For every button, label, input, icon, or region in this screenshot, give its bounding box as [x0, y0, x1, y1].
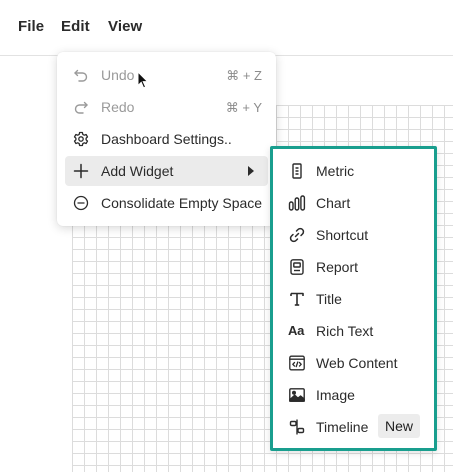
edit-dropdown-menu: Undo ⌘ + Z Redo ⌘ + Y Dashboard Settings…: [57, 52, 276, 226]
menu-item-undo[interactable]: Undo ⌘ + Z: [65, 60, 268, 90]
widget-item-timeline-label: Timeline: [316, 419, 369, 435]
widget-item-timeline[interactable]: Timeline New: [279, 412, 428, 442]
mouse-pointer-icon: [137, 71, 149, 89]
menu-file[interactable]: File: [18, 18, 44, 35]
widget-item-image[interactable]: Image: [279, 380, 428, 410]
new-badge: New: [378, 414, 421, 438]
undo-shortcut: ⌘ + Z: [226, 68, 262, 83]
image-icon: [289, 388, 305, 402]
widget-item-rich-text[interactable]: Aa Rich Text: [279, 316, 428, 346]
widget-item-report-label: Report: [316, 259, 359, 275]
link-icon: [289, 227, 305, 243]
widget-item-title-label: Title: [316, 291, 342, 307]
widget-item-chart[interactable]: Chart: [279, 188, 428, 218]
web-content-icon: [289, 355, 305, 371]
widget-item-shortcut[interactable]: Shortcut: [279, 220, 428, 250]
widget-item-web-content[interactable]: Web Content: [279, 348, 428, 378]
plus-icon: [73, 163, 89, 179]
metric-icon: [292, 163, 302, 179]
menu-edit[interactable]: Edit: [61, 18, 90, 35]
submenu-arrow-icon: [248, 166, 254, 176]
menu-item-undo-label: Undo: [101, 67, 135, 83]
menu-item-consolidate-empty-space[interactable]: Consolidate Empty Space: [65, 188, 268, 218]
redo-icon: [74, 101, 88, 114]
add-widget-submenu: Metric Chart Shortcut Report Title Aa Ri…: [270, 146, 437, 451]
undo-icon: [74, 69, 88, 82]
title-icon: [290, 292, 304, 306]
bar-chart-icon: [288, 195, 306, 211]
widget-item-title[interactable]: Title: [279, 284, 428, 314]
widget-item-metric-label: Metric: [316, 163, 355, 179]
widget-item-image-label: Image: [316, 387, 355, 403]
menu-item-consolidate-empty-space-label: Consolidate Empty Space: [101, 195, 263, 211]
menu-item-redo[interactable]: Redo ⌘ + Y: [65, 92, 268, 122]
gear-icon: [73, 131, 89, 147]
widget-item-metric[interactable]: Metric: [279, 156, 428, 186]
widget-item-report[interactable]: Report: [279, 252, 428, 282]
menu-item-add-widget[interactable]: Add Widget: [65, 156, 268, 186]
menu-item-add-widget-label: Add Widget: [101, 163, 174, 179]
widget-item-shortcut-label: Shortcut: [316, 227, 369, 243]
redo-shortcut: ⌘ + Y: [225, 100, 262, 115]
menu-item-redo-label: Redo: [101, 99, 135, 115]
menu-item-dashboard-settings-label: Dashboard Settings..: [101, 131, 232, 147]
menu-bar: File Edit View: [0, 0, 453, 56]
menu-view[interactable]: View: [108, 18, 142, 35]
widget-item-chart-label: Chart: [316, 195, 351, 211]
menu-item-dashboard-settings[interactable]: Dashboard Settings..: [65, 124, 268, 154]
widget-item-web-content-label: Web Content: [316, 355, 398, 371]
widget-item-rich-text-label: Rich Text: [316, 323, 374, 339]
minus-circle-icon: [73, 195, 89, 211]
timeline-icon: [289, 419, 305, 435]
rich-text-icon: Aa: [288, 323, 305, 338]
report-icon: [290, 259, 304, 275]
